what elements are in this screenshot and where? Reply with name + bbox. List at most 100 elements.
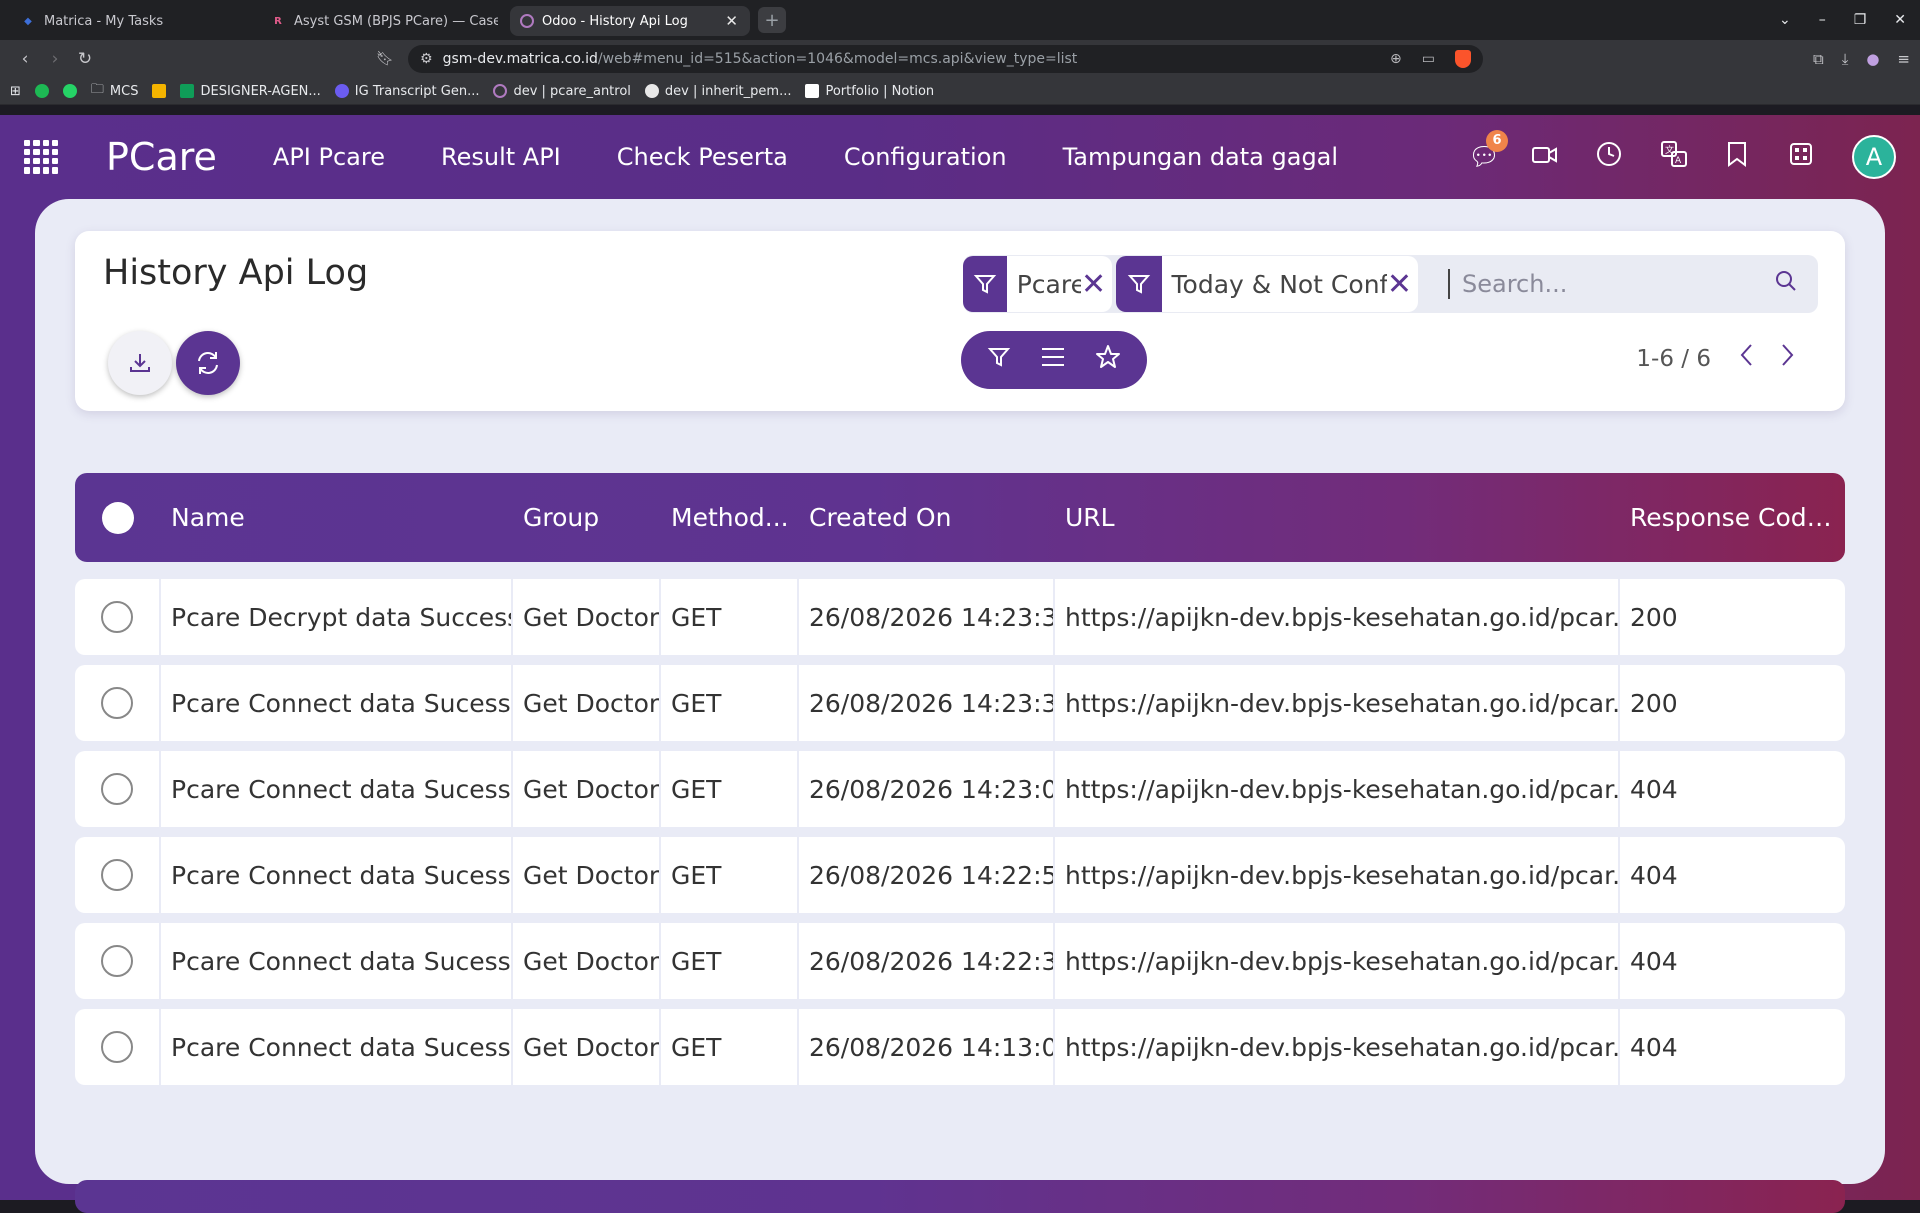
cell-method: GET bbox=[661, 579, 799, 655]
tab-list-icon[interactable]: ⌄ bbox=[1779, 12, 1791, 28]
clock-icon[interactable] bbox=[1596, 141, 1622, 173]
cell-group: Get Doctor bbox=[513, 923, 661, 999]
row-checkbox[interactable] bbox=[101, 1031, 133, 1063]
minimize-icon[interactable]: – bbox=[1819, 12, 1826, 28]
translate-icon[interactable]: 文A bbox=[1660, 140, 1687, 174]
remove-facet-icon[interactable]: ✕ bbox=[1081, 267, 1112, 302]
forward-icon[interactable]: › bbox=[40, 49, 70, 69]
menu-api-pcare[interactable]: API Pcare bbox=[273, 143, 385, 171]
bookmark-ig-transcript[interactable]: IG Transcript Gen... bbox=[334, 84, 479, 99]
bookmark-page-icon[interactable]: 🔖︎ bbox=[370, 51, 400, 67]
user-avatar[interactable]: A bbox=[1852, 134, 1896, 179]
url-path: /web#menu_id=515&action=1046&model=mcs.a… bbox=[597, 51, 1078, 67]
downloads-icon[interactable]: ⤓ bbox=[1842, 50, 1849, 68]
remove-facet-icon[interactable]: ✕ bbox=[1387, 267, 1418, 302]
bookmark-label: dev | pcare_antrol bbox=[513, 83, 631, 99]
list-icon[interactable] bbox=[1040, 346, 1066, 374]
bookmark-drive[interactable] bbox=[152, 84, 167, 98]
table-row[interactable]: Pcare Connect data Sucess Get Doctor GET… bbox=[75, 837, 1845, 913]
column-header-name[interactable]: Name bbox=[161, 503, 513, 532]
row-checkbox[interactable] bbox=[101, 773, 133, 805]
whatsapp-icon[interactable] bbox=[62, 84, 77, 98]
row-checkbox[interactable] bbox=[101, 945, 133, 977]
zoom-icon[interactable]: ⊕ bbox=[1390, 51, 1402, 67]
url-field[interactable]: ⚙︎ gsm-dev.matrica.co.id/web#menu_id=515… bbox=[408, 45, 1483, 73]
select-all-checkbox-cell bbox=[75, 501, 161, 534]
top-menu: API Pcare Result API Check Peserta Confi… bbox=[273, 143, 1338, 171]
menu-tampungan-data-gagal[interactable]: Tampungan data gagal bbox=[1063, 143, 1338, 171]
table-row[interactable]: Pcare Connect data Sucess Get Doctor GET… bbox=[75, 1009, 1845, 1085]
table-row[interactable]: Pcare Connect data Sucess Get Doctor GET… bbox=[75, 665, 1845, 741]
bookmark-icon[interactable] bbox=[1724, 141, 1750, 173]
column-header-created-on[interactable]: Created On bbox=[799, 503, 1055, 532]
new-tab-button[interactable]: + bbox=[758, 7, 786, 33]
video-icon[interactable] bbox=[1532, 142, 1558, 171]
menu-check-peserta[interactable]: Check Peserta bbox=[617, 143, 788, 171]
browser-tab-3-active[interactable]: Odoo - History Api Log ✕ bbox=[510, 6, 750, 36]
cell-response-code: 404 bbox=[1630, 860, 1678, 890]
cell-group: Get Doctor bbox=[513, 1009, 661, 1085]
column-header-group[interactable]: Group bbox=[513, 503, 661, 532]
menu-configuration[interactable]: Configuration bbox=[844, 143, 1007, 171]
select-all-checkbox[interactable] bbox=[102, 501, 134, 534]
column-header-url[interactable]: URL bbox=[1055, 503, 1620, 532]
filter-icon[interactable] bbox=[987, 345, 1011, 375]
bookmark-inherit-pem[interactable]: dev | inherit_pem... bbox=[644, 84, 791, 99]
search-icon[interactable] bbox=[1774, 269, 1798, 299]
browser-tab-1[interactable]: ◆ Matrica - My Tasks bbox=[10, 6, 260, 36]
row-checkbox-cell bbox=[75, 579, 161, 655]
menu-result-api[interactable]: Result API bbox=[441, 143, 561, 171]
tab-title: Asyst GSM (BPJS PCare) — Case S bbox=[294, 13, 498, 29]
download-button[interactable] bbox=[108, 331, 172, 395]
menu-icon[interactable]: ≡ bbox=[1897, 50, 1910, 68]
table-row[interactable]: Pcare Connect data Sucess Get Doctor GET… bbox=[75, 751, 1845, 827]
bookmark-pcare-antrol[interactable]: dev | pcare_antrol bbox=[493, 83, 631, 99]
search-input[interactable] bbox=[1448, 269, 1774, 299]
column-header-method[interactable]: Method... bbox=[661, 503, 799, 532]
bookmark-portfolio[interactable]: Portfolio | Notion bbox=[805, 84, 934, 99]
bookmark-mcs[interactable]: 🗀 MCS bbox=[91, 80, 139, 102]
star-icon[interactable] bbox=[1095, 344, 1121, 376]
back-icon[interactable]: ‹ bbox=[10, 49, 40, 69]
chevron-right-icon[interactable] bbox=[1781, 343, 1795, 374]
cell-group: Get Doctor bbox=[513, 579, 661, 655]
odoo-icon bbox=[493, 84, 508, 98]
url-actions: ⊕ ▭ bbox=[1390, 50, 1471, 68]
grid-apps-icon[interactable] bbox=[1788, 142, 1814, 172]
tab-title: Matrica - My Tasks bbox=[44, 13, 164, 29]
app-brand[interactable]: PCare bbox=[106, 135, 217, 179]
matrica-favicon-icon: ◆ bbox=[24, 15, 32, 27]
address-bar-row: ‹ › ↻ 🔖︎ ⚙︎ gsm-dev.matrica.co.id/web#me… bbox=[0, 40, 1920, 78]
refresh-button[interactable] bbox=[176, 331, 240, 395]
spotify-icon[interactable] bbox=[34, 84, 49, 98]
navbar-systray: 💬︎ 6 文A A bbox=[1468, 129, 1896, 179]
row-checkbox[interactable] bbox=[101, 601, 133, 633]
bookmark-designer[interactable]: DESIGNER-AGEN... bbox=[180, 84, 321, 99]
profile-icon[interactable]: ● bbox=[1866, 50, 1879, 68]
table-row[interactable]: Pcare Decrypt data Success Get Doctor GE… bbox=[75, 579, 1845, 655]
row-checkbox[interactable] bbox=[101, 859, 133, 891]
apps-shortcut-icon[interactable]: ⊞ bbox=[10, 84, 21, 99]
chevron-left-icon[interactable] bbox=[1739, 343, 1753, 374]
chat-icon[interactable]: 💬︎ 6 bbox=[1468, 129, 1508, 172]
site-settings-icon[interactable]: ⚙︎ bbox=[420, 51, 433, 67]
maximize-icon[interactable]: ❐ bbox=[1854, 12, 1867, 28]
facet-value: Today & Not Config bbox=[1171, 269, 1387, 299]
brave-shields-icon[interactable] bbox=[1455, 50, 1471, 68]
row-checkbox-cell bbox=[75, 1009, 161, 1085]
cell-created-on: 26/08/2026 14:13:01 bbox=[799, 1009, 1055, 1085]
cast-icon[interactable]: ▭ bbox=[1422, 51, 1435, 67]
pager-value[interactable]: 1-6 / 6 bbox=[1636, 346, 1711, 372]
apps-grid-icon[interactable] bbox=[24, 139, 58, 174]
row-checkbox[interactable] bbox=[101, 687, 133, 719]
close-window-icon[interactable]: ✕ bbox=[1894, 12, 1906, 28]
site-icon bbox=[334, 84, 349, 98]
search-bar: Pcare ✕ Today & Not Config ✕ bbox=[963, 255, 1818, 313]
extensions-icon[interactable]: ⧉ bbox=[1813, 50, 1824, 68]
close-tab-icon[interactable]: ✕ bbox=[725, 12, 738, 30]
row-checkbox-cell bbox=[75, 837, 161, 913]
reload-icon[interactable]: ↻ bbox=[70, 49, 100, 69]
browser-tab-2[interactable]: R Asyst GSM (BPJS PCare) — Case S bbox=[260, 6, 510, 36]
table-row[interactable]: Pcare Connect data Sucess Get Doctor GET… bbox=[75, 923, 1845, 999]
column-header-response-code[interactable]: Response Code... bbox=[1620, 503, 1845, 532]
